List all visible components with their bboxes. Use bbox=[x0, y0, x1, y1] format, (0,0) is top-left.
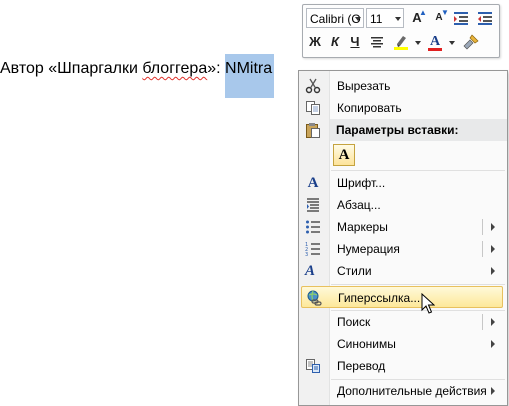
submenu-arrow-icon bbox=[491, 340, 495, 348]
copy-icon bbox=[306, 101, 320, 115]
paste-options-header: Параметры вставки: bbox=[330, 119, 507, 141]
menu-separator bbox=[331, 284, 505, 285]
align-center-icon bbox=[371, 37, 383, 48]
document-text[interactable]: Автор «Шпаргалки bbox=[0, 60, 142, 77]
document-text-line[interactable]: Автор «Шпаргалки блоггера»: NMitra bbox=[0, 54, 275, 98]
menu-item-label: Нумерация bbox=[337, 242, 400, 256]
chevron-down-icon[interactable] bbox=[449, 41, 455, 45]
font-name-value: Calibri (О bbox=[310, 12, 361, 26]
menu-item-more-actions[interactable]: Дополнительные действия bbox=[301, 380, 503, 402]
submenu-arrow-icon[interactable] bbox=[491, 318, 495, 326]
misspelled-word[interactable]: блоггера bbox=[142, 60, 207, 77]
submenu-arrow-icon bbox=[491, 387, 495, 395]
document-text-after[interactable]: »: bbox=[207, 60, 225, 77]
split-separator bbox=[482, 241, 483, 257]
styles-icon: A bbox=[305, 263, 316, 279]
mini-toolbar: Calibri (О 11 A ▲ A ▼ Ж К Ч A bbox=[302, 4, 500, 58]
menu-item-numbering[interactable]: 1 2 3 Нумерация bbox=[301, 238, 503, 260]
menu-item-label: Стили bbox=[337, 264, 372, 278]
highlighter-icon bbox=[394, 36, 408, 50]
bullet-list-icon bbox=[306, 220, 320, 234]
hyperlink-icon bbox=[307, 290, 322, 306]
menu-item-translate[interactable]: Перевод bbox=[301, 355, 503, 377]
indent-decrease-icon bbox=[454, 12, 468, 25]
paste-keep-text-only-button[interactable]: A bbox=[333, 144, 355, 166]
menu-item-label: Поиск bbox=[337, 315, 371, 329]
menu-item-label: Маркеры bbox=[337, 220, 388, 234]
font-size-select[interactable]: 11 bbox=[366, 8, 404, 28]
scissors-icon bbox=[305, 78, 321, 94]
menu-item-label: Абзац... bbox=[337, 198, 381, 212]
format-painter-style-button[interactable] bbox=[451, 8, 471, 28]
menu-item-hyperlink[interactable]: Гиперссылка... bbox=[301, 286, 503, 308]
menu-item-paragraph[interactable]: Абзац... bbox=[301, 194, 503, 216]
numbered-list-icon: 1 2 3 bbox=[305, 242, 320, 257]
format-painter-button[interactable] bbox=[461, 32, 481, 52]
selected-text[interactable]: NMitra bbox=[225, 54, 275, 98]
mouse-pointer-icon bbox=[421, 293, 435, 314]
underline-button[interactable]: Ч bbox=[345, 32, 365, 52]
submenu-arrow-icon[interactable] bbox=[491, 245, 495, 253]
menu-item-label: Шрифт... bbox=[337, 176, 386, 190]
menu-item-search[interactable]: Поиск bbox=[301, 311, 503, 333]
font-name-select[interactable]: Calibri (О bbox=[306, 8, 364, 28]
menu-item-bullets[interactable]: Маркеры bbox=[301, 216, 503, 238]
menu-item-label: Копировать bbox=[337, 101, 402, 115]
shrink-font-button[interactable]: A ▼ bbox=[429, 8, 449, 28]
submenu-arrow-icon[interactable] bbox=[491, 223, 495, 231]
menu-item-cut[interactable]: Вырезать bbox=[301, 75, 503, 97]
paintbrush-icon bbox=[463, 34, 479, 50]
menu-item-label: Дополнительные действия bbox=[337, 384, 487, 398]
menu-item-label: Гиперссылка... bbox=[338, 291, 421, 305]
font-icon: A bbox=[307, 175, 319, 191]
chevron-down-icon[interactable] bbox=[415, 41, 421, 45]
italic-button[interactable]: К bbox=[325, 32, 345, 52]
font-color-button[interactable]: A bbox=[425, 32, 445, 52]
menu-item-label: Синонимы bbox=[337, 337, 396, 351]
paragraph-icon bbox=[307, 198, 319, 212]
context-menu: Вырезать Копировать Параметры вставки: A… bbox=[298, 70, 508, 406]
svg-text:3: 3 bbox=[305, 252, 308, 257]
highlight-color-button[interactable] bbox=[391, 32, 411, 52]
indent-increase-button[interactable] bbox=[475, 8, 495, 28]
indent-increase-icon bbox=[478, 12, 492, 25]
bold-button[interactable]: Ж bbox=[305, 32, 325, 52]
submenu-arrow-icon bbox=[491, 267, 495, 275]
grow-font-button[interactable]: A ▲ bbox=[407, 8, 427, 28]
chevron-down-icon bbox=[355, 17, 361, 21]
menu-item-styles[interactable]: A Стили bbox=[301, 260, 503, 282]
split-separator bbox=[482, 314, 483, 330]
translate-icon bbox=[306, 359, 320, 373]
menu-item-synonyms[interactable]: Синонимы bbox=[301, 333, 503, 355]
align-center-button[interactable] bbox=[367, 32, 387, 52]
menu-item-label: Вырезать bbox=[337, 79, 391, 93]
font-size-value: 11 bbox=[370, 12, 383, 26]
menu-item-font[interactable]: A Шрифт... bbox=[301, 172, 503, 194]
split-separator bbox=[482, 219, 483, 235]
clipboard-icon bbox=[306, 123, 320, 138]
menu-item-copy[interactable]: Копировать bbox=[301, 97, 503, 119]
font-color-icon: A bbox=[429, 34, 441, 49]
menu-item-label: Перевод bbox=[337, 359, 386, 373]
menu-separator bbox=[331, 170, 505, 171]
chevron-down-icon bbox=[395, 17, 401, 21]
